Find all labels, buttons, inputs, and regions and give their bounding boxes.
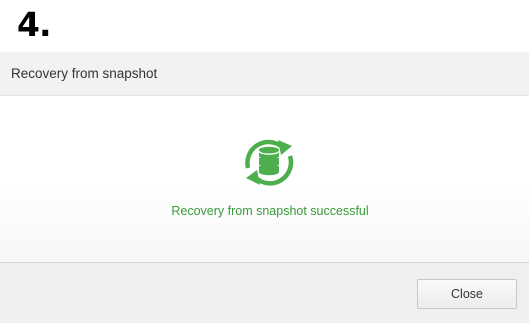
dialog-header: Recovery from snapshot xyxy=(0,52,529,96)
database-recovery-icon xyxy=(245,139,294,186)
status-message: Recovery from snapshot successful xyxy=(171,204,369,218)
dialog-title: Recovery from snapshot xyxy=(11,66,158,81)
dialog-body: Recovery from snapshot successful xyxy=(0,96,529,262)
step-number: 4. xyxy=(17,5,51,44)
dialog-footer: Close xyxy=(0,262,529,323)
recovery-dialog: Recovery from snapshot Recovery from sna… xyxy=(0,52,529,323)
close-button[interactable]: Close xyxy=(417,279,517,309)
